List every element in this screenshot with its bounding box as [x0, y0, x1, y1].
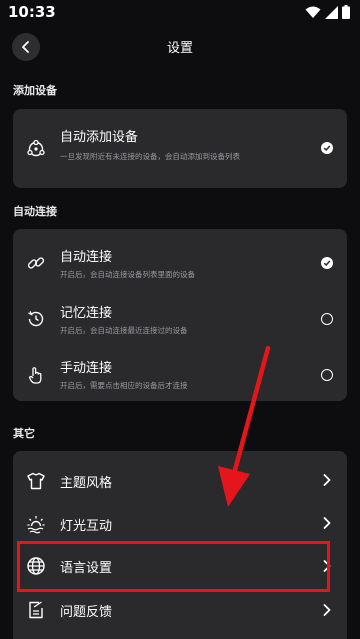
row-feedback[interactable]: 问题反馈 — [13, 588, 347, 632]
row-auto-add-device[interactable]: 自动添加设备 一旦发现附近有未连接的设备，会自动添加到设备列表 — [13, 109, 347, 188]
check-icon[interactable] — [321, 257, 333, 269]
card-other: 主题风格 灯光互动 语言设置 问题反馈 — [13, 451, 347, 639]
status-bar: 10:33 — [0, 0, 360, 26]
status-time: 10:33 — [8, 3, 56, 21]
row-light-interaction[interactable]: 灯光互动 — [13, 503, 347, 547]
section-label-auto-connect: 自动连接 — [13, 205, 57, 218]
signal-icon — [325, 5, 338, 19]
feedback-icon — [29, 601, 43, 619]
chevron-right-icon — [323, 604, 331, 616]
hand-tap-icon — [28, 367, 42, 384]
row-title: 主题风格 — [60, 476, 113, 491]
row-title: 灯光互动 — [60, 519, 113, 534]
page-title: 设置 — [166, 41, 193, 56]
row-title: 自动连接 — [60, 250, 113, 265]
row-manual-connect[interactable]: 手动连接 开启后，需要点击相应的设备后才连接 — [13, 343, 347, 401]
card-add-device: 自动添加设备 一旦发现附近有未连接的设备，会自动添加到设备列表 — [13, 109, 347, 188]
link-icon — [27, 257, 45, 269]
row-description: 一旦发现附近有未连接的设备，会自动添加到设备列表 — [60, 152, 240, 161]
radio-unchecked-icon[interactable] — [321, 313, 333, 325]
device-hub-icon — [27, 139, 45, 157]
row-title: 手动连接 — [60, 361, 113, 376]
globe-icon — [27, 557, 45, 575]
nav-bar: 设置 — [0, 26, 360, 66]
chevron-right-icon — [323, 560, 331, 572]
section-label-other: 其它 — [13, 427, 35, 440]
chevron-right-icon — [323, 474, 331, 486]
row-auto-connect[interactable]: 自动连接 开启后，会自动连接设备列表里面的设备 — [13, 229, 347, 287]
check-icon[interactable] — [321, 142, 333, 154]
light-icon — [27, 516, 45, 534]
row-language[interactable]: 语言设置 — [13, 544, 347, 588]
tshirt-icon — [27, 472, 45, 490]
chevron-right-icon — [323, 517, 331, 529]
row-memory-connect[interactable]: 记忆连接 开启后，会自动连接最近连接过的设备 — [13, 287, 347, 343]
section-label-add-device: 添加设备 — [13, 84, 57, 97]
row-description: 开启后，需要点击相应的设备后才连接 — [60, 381, 188, 390]
row-description: 开启后，会自动连接最近连接过的设备 — [60, 326, 188, 335]
status-icons — [305, 5, 350, 19]
row-title: 语言设置 — [60, 561, 113, 576]
card-auto-connect: 自动连接 开启后，会自动连接设备列表里面的设备 记忆连接 开启后，会自动连接最近… — [13, 229, 347, 401]
row-title: 问题反馈 — [60, 605, 113, 620]
wifi-icon — [305, 6, 321, 18]
radio-unchecked-icon[interactable] — [321, 369, 333, 381]
row-title: 记忆连接 — [60, 306, 113, 321]
row-description: 开启后，会自动连接设备列表里面的设备 — [60, 270, 195, 279]
history-icon — [28, 311, 44, 327]
row-theme[interactable]: 主题风格 — [13, 459, 347, 503]
row-title: 自动添加设备 — [60, 130, 139, 145]
battery-icon — [342, 5, 350, 19]
